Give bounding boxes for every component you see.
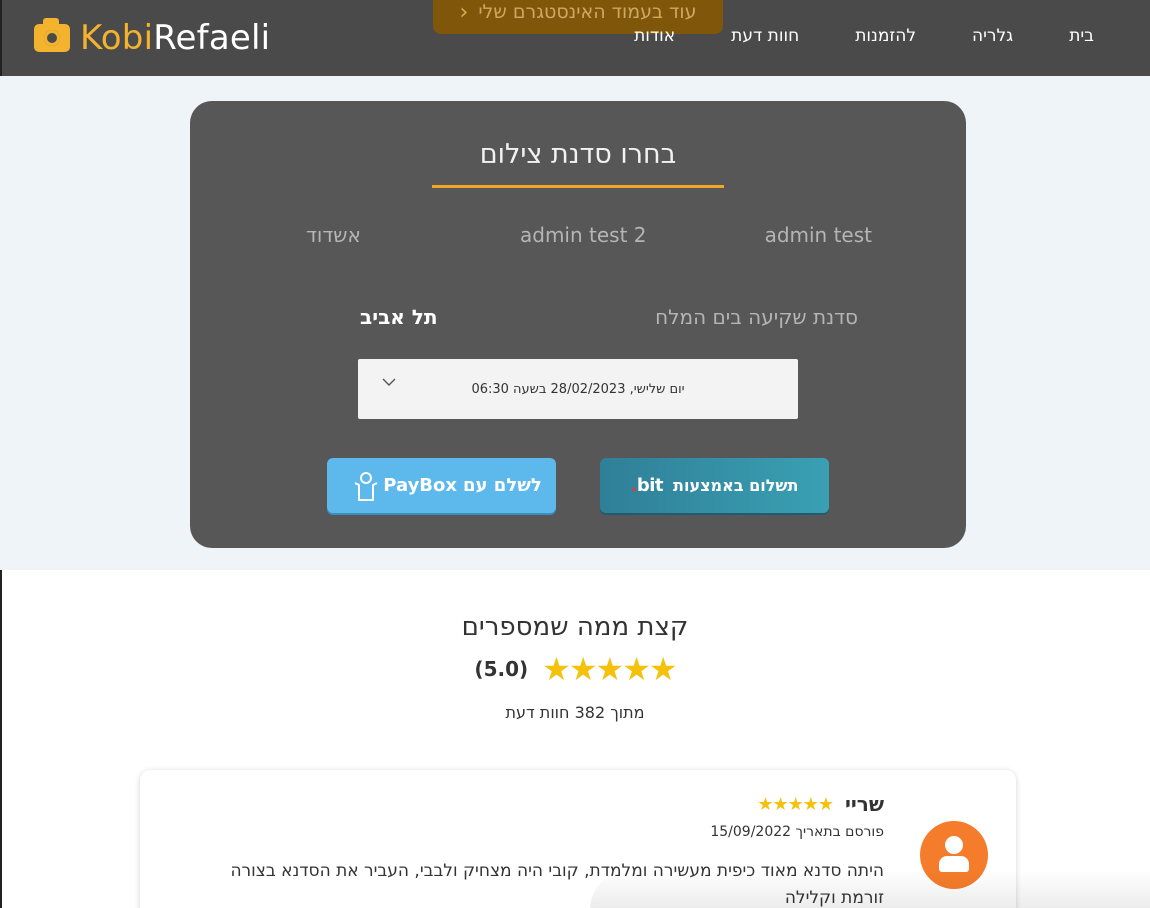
- rating-value: (5.0): [474, 657, 529, 681]
- date-select[interactable]: יום שלישי, 28/02/2023 בשעה 06:30: [358, 359, 798, 419]
- nav-booking[interactable]: להזמנות: [827, 26, 944, 46]
- paybox-brand: PayBox: [383, 475, 457, 496]
- star-rating-icon: ★★★★★: [542, 650, 677, 688]
- bit-logo: bit.: [630, 475, 664, 496]
- site-logo[interactable]: KobiRefaeli: [34, 18, 270, 58]
- title-underline: [432, 185, 724, 188]
- workshop-option-dead-sea-sunset[interactable]: סדנת שקיעה בים המלח: [655, 305, 858, 329]
- nav-about[interactable]: אודות: [606, 26, 703, 46]
- reviewer-header: שריי ★★★★★: [757, 792, 884, 816]
- rating-summary: (5.0) ★★★★★: [0, 650, 1150, 688]
- site-header: עוד בעמוד האינסטגרם שלי ‹ KobiRefaeli בי…: [0, 0, 1150, 76]
- main-nav: בית גלריה להזמנות חוות דעת אודות: [606, 26, 1102, 46]
- instagram-label: עוד בעמוד האינסטגרם שלי: [478, 1, 697, 23]
- workshop-option-admin-test[interactable]: admin test: [765, 223, 872, 247]
- nav-reviews[interactable]: חוות דעת: [703, 26, 827, 46]
- chevron-down-icon: [382, 378, 396, 386]
- camera-icon: [34, 18, 70, 52]
- reviews-title: קצת ממה שמספרים: [461, 612, 689, 642]
- date-value: יום שלישי, 28/02/2023 בשעה 06:30: [471, 381, 685, 397]
- bit-label: תשלום באמצעות: [673, 476, 799, 495]
- nav-gallery[interactable]: גלריה: [944, 26, 1041, 46]
- brand-name: KobiRefaeli: [80, 18, 271, 58]
- booking-title: בחרו סדנת צילום: [479, 139, 677, 170]
- review-stars-icon: ★★★★★: [757, 793, 834, 815]
- paybox-label: לשלם עם: [463, 475, 542, 496]
- review-date: פורסם בתאריך 15/09/2022: [710, 824, 884, 840]
- floating-widget-edge: [590, 870, 1150, 908]
- paybox-icon: [354, 471, 378, 501]
- workshop-option-ashdod[interactable]: אשדוד: [306, 223, 361, 247]
- paybox-pay-button[interactable]: לשלם עם PayBox: [327, 458, 556, 513]
- reviews-count: מתוך 382 חוות דעת: [505, 703, 645, 722]
- reviewer-name: שריי: [845, 792, 884, 816]
- bit-pay-button[interactable]: תשלום באמצעות bit.: [600, 458, 829, 513]
- chevron-left-icon: ‹: [459, 0, 469, 25]
- nav-home[interactable]: בית: [1041, 26, 1102, 46]
- workshop-option-admin-test-2[interactable]: admin test 2: [520, 223, 647, 247]
- workshop-option-tel-aviv[interactable]: תל אביב: [360, 305, 438, 329]
- booking-panel: בחרו סדנת צילום admin test admin test 2 …: [190, 101, 966, 548]
